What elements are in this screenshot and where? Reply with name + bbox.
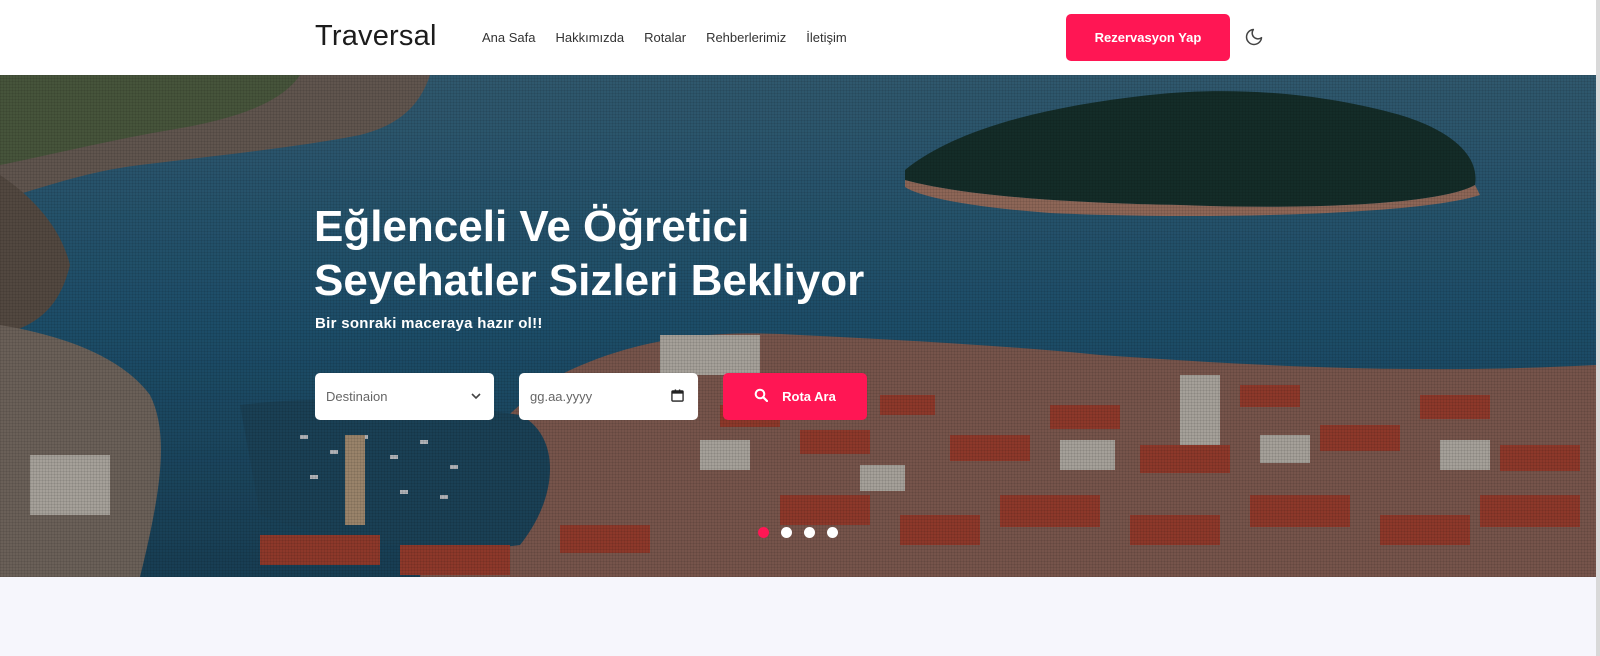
calendar-icon[interactable] [671,389,684,405]
hero-title-line-2: Seyehatler Sizleri Bekliyor [314,256,865,305]
nav-links: Ana Safa Hakkımızda Rotalar Rehberlerimi… [482,30,847,45]
nav-link-routes[interactable]: Rotalar [644,30,686,45]
date-placeholder: gg.aa.yyyy [530,389,593,404]
search-icon [754,388,769,405]
search-route-label: Rota Ara [782,389,836,404]
moon-icon[interactable] [1244,27,1266,49]
search-route-button[interactable]: Rota Ara [723,373,867,420]
nav-link-guides[interactable]: Rehberlerimiz [706,30,786,45]
destination-select[interactable]: Destinaion [315,373,494,420]
nav-link-about[interactable]: Hakkımızda [556,30,625,45]
brand-logo[interactable]: Traversal [315,20,437,53]
page-scrollbar[interactable] [1596,0,1600,656]
navbar: Traversal Ana Safa Hakkımızda Rotalar Re… [0,0,1600,75]
carousel-dot-2[interactable] [781,527,792,538]
hero-overlay [0,75,1596,577]
hero-section: Eğlenceli Ve Öğretici Seyehatler Sizleri… [0,75,1596,577]
carousel-dot-1[interactable] [758,527,769,538]
carousel-indicators [758,527,838,538]
destination-placeholder: Destinaion [326,389,388,404]
date-input[interactable]: gg.aa.yyyy [519,373,698,420]
reservation-button[interactable]: Rezervasyon Yap [1066,14,1230,61]
chevron-down-icon [470,390,482,405]
hero-subtitle: Bir sonraki maceraya hazır ol!! [315,315,543,332]
nav-link-contact[interactable]: İletişim [806,30,846,45]
hero-title: Eğlenceli Ve Öğretici Seyehatler Sizleri… [314,200,934,308]
nav-link-home[interactable]: Ana Safa [482,30,536,45]
carousel-dot-3[interactable] [804,527,815,538]
hero-title-line-1: Eğlenceli Ve Öğretici [314,202,750,251]
carousel-dot-4[interactable] [827,527,838,538]
